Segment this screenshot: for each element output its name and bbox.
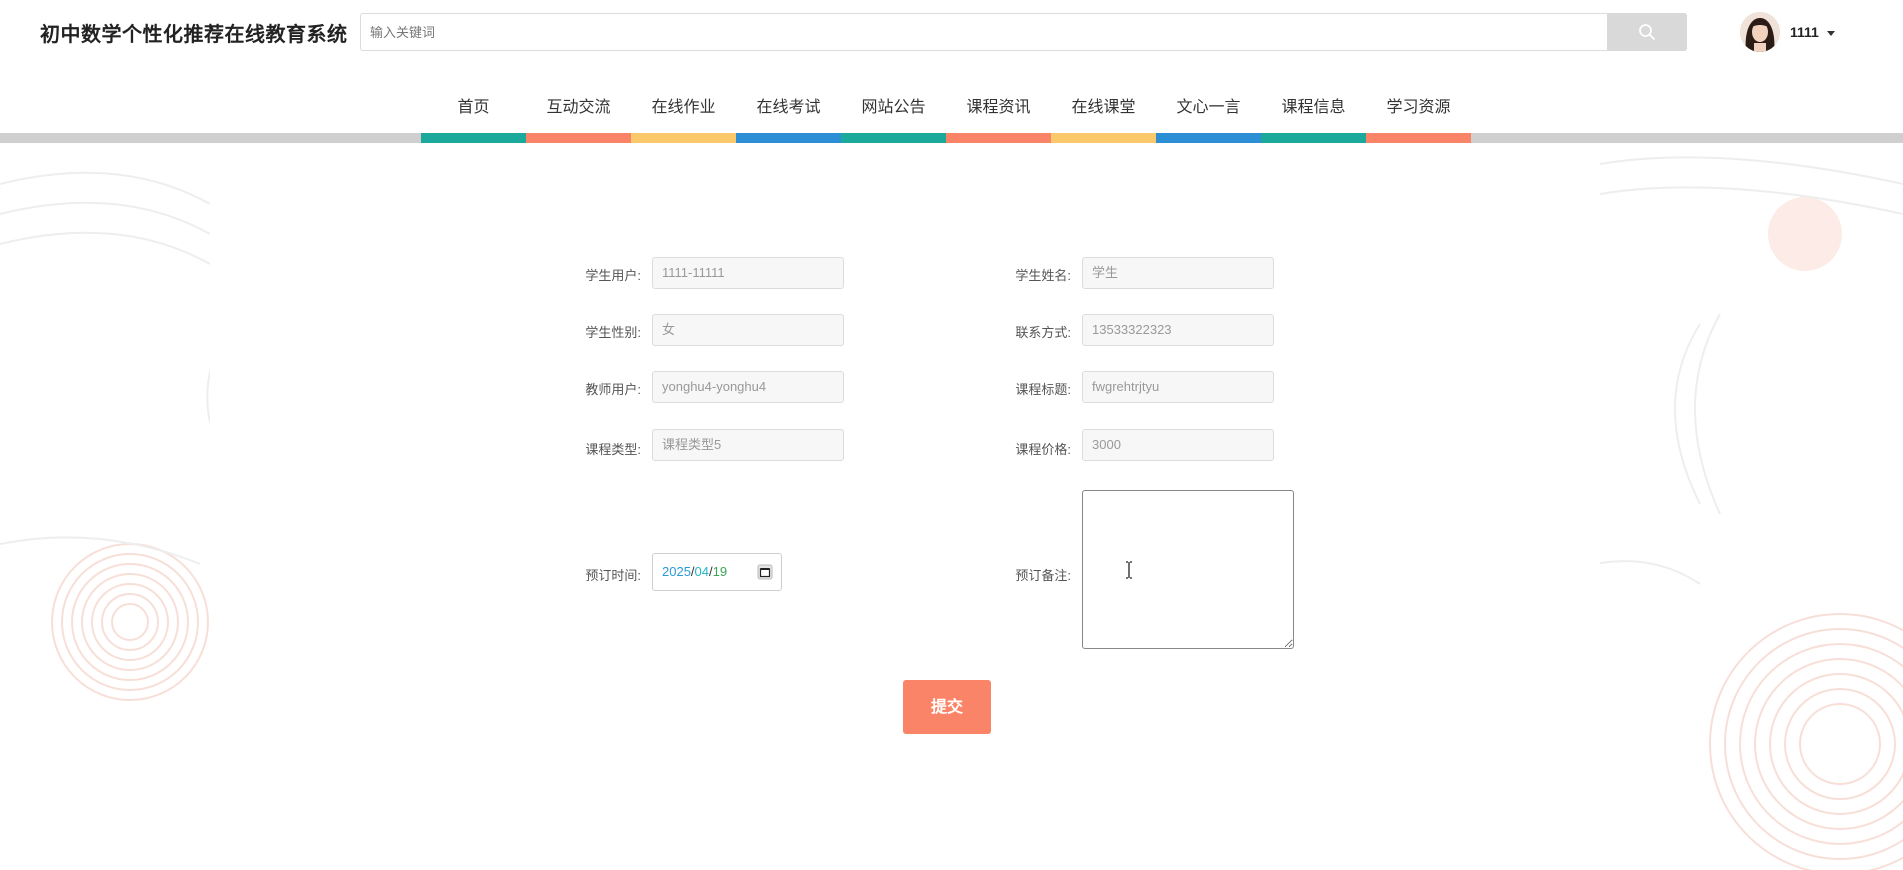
booking-remark-label: 预订备注: <box>1015 568 1071 583</box>
search-box <box>360 13 1687 51</box>
nav-color-bar <box>736 133 841 143</box>
main-nav: 首页 互动交流 在线作业 在线考试 网站公告 课程资讯 在线课堂 文心一言 课程… <box>0 82 1903 144</box>
site-title: 初中数学个性化推荐在线教育系统 <box>40 24 348 46</box>
nav-label: 首页 <box>457 99 490 116</box>
search-icon <box>1639 24 1655 40</box>
nav-item-learning-resources[interactable]: 学习资源 <box>1366 82 1471 143</box>
nav-label: 课程信息 <box>1281 99 1346 116</box>
search-button[interactable] <box>1607 13 1687 51</box>
nav-label: 文心一言 <box>1176 99 1241 116</box>
user-name[interactable]: 1111 <box>1790 24 1819 40</box>
student-name-field[interactable]: 学生 <box>1082 257 1274 289</box>
nav-label: 学习资源 <box>1386 99 1451 116</box>
nav-item-course-info[interactable]: 课程信息 <box>1261 82 1366 143</box>
background-decoration <box>0 144 1903 870</box>
booking-time-label: 预订时间: <box>585 568 641 583</box>
nav-label: 在线考试 <box>756 99 821 116</box>
nav-item-interaction[interactable]: 互动交流 <box>526 82 631 143</box>
booking-date-input[interactable]: 2025/04/19 <box>652 553 782 591</box>
nav-item-course-news[interactable]: 课程资讯 <box>946 82 1051 143</box>
contact-field[interactable]: 13533322323 <box>1082 314 1274 346</box>
date-day: 19 <box>712 564 728 579</box>
nav-color-bar <box>1051 133 1156 143</box>
nav-item-wenxin[interactable]: 文心一言 <box>1156 82 1261 143</box>
student-user-label: 学生用户: <box>585 268 641 283</box>
nav-item-homework[interactable]: 在线作业 <box>631 82 736 143</box>
date-month: 04 <box>694 564 710 579</box>
search-input[interactable] <box>361 14 1606 50</box>
avatar[interactable] <box>1740 12 1780 52</box>
teacher-user-field[interactable]: yonghu4-yonghu4 <box>652 371 844 403</box>
header: 初中数学个性化推荐在线教育系统 1111 <box>0 0 1903 70</box>
nav-label: 网站公告 <box>861 99 926 116</box>
course-type-label: 课程类型: <box>585 442 641 457</box>
chevron-down-icon[interactable] <box>1827 31 1835 36</box>
nav-color-bar <box>946 133 1051 143</box>
nav-item-online-class[interactable]: 在线课堂 <box>1051 82 1156 143</box>
nav-label: 互动交流 <box>546 99 611 116</box>
nav-color-bar <box>841 133 946 143</box>
nav-item-announcement[interactable]: 网站公告 <box>841 82 946 143</box>
course-title-field[interactable]: fwgrehtrjtyu <box>1082 371 1274 403</box>
nav-color-bar <box>421 133 526 143</box>
nav-item-exam[interactable]: 在线考试 <box>736 82 841 143</box>
nav-item-home[interactable]: 首页 <box>421 82 526 143</box>
student-user-field[interactable]: 1111-11111 <box>652 257 844 289</box>
student-name-label: 学生姓名: <box>1015 268 1071 283</box>
nav-color-bar <box>1261 133 1366 143</box>
course-title-label: 课程标题: <box>1015 382 1071 397</box>
nav-color-bar <box>631 133 736 143</box>
nav-color-bar <box>1156 133 1261 143</box>
text-cursor-icon <box>1126 561 1132 579</box>
nav-label: 在线课堂 <box>1071 99 1136 116</box>
nav-color-bar <box>1366 133 1471 143</box>
user-avatar-image <box>1740 12 1780 52</box>
nav-label: 在线作业 <box>651 99 716 116</box>
course-type-field[interactable]: 课程类型5 <box>652 429 844 461</box>
contact-label: 联系方式: <box>1015 325 1071 340</box>
nav-color-bar <box>526 133 631 143</box>
nav-label: 课程资讯 <box>966 99 1031 116</box>
student-gender-label: 学生性别: <box>585 325 641 340</box>
course-price-field[interactable]: 3000 <box>1082 429 1274 461</box>
submit-button[interactable]: 提交 <box>903 680 991 734</box>
booking-remark-textarea[interactable] <box>1082 490 1294 649</box>
course-price-label: 课程价格: <box>1015 442 1071 457</box>
teacher-user-label: 教师用户: <box>585 382 641 397</box>
calendar-icon[interactable] <box>757 564 773 580</box>
date-year: 2025 <box>662 564 691 579</box>
student-gender-field[interactable]: 女 <box>652 314 844 346</box>
